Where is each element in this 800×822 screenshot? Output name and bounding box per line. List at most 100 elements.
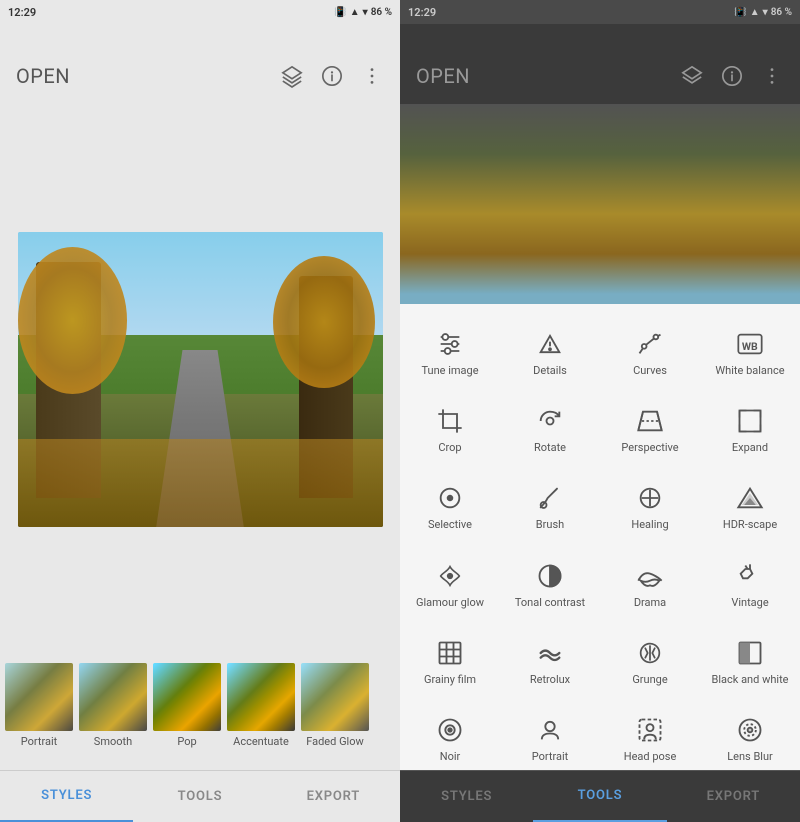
tool-tonal[interactable]: Tonal contrast	[500, 548, 600, 617]
tool-details[interactable]: Details	[500, 316, 600, 385]
tool-label-portrait2: Portrait	[532, 750, 569, 763]
info-icon-right[interactable]	[720, 64, 744, 88]
time-left: 12:29	[8, 6, 36, 19]
signal-icon: ▲	[350, 7, 360, 18]
right-preview-img	[400, 104, 800, 304]
style-thumb-smooth	[79, 663, 147, 731]
tool-label-lensblur: Lens Blur	[727, 750, 773, 763]
tool-grunge[interactable]: Grunge	[600, 625, 700, 694]
tool-vintage[interactable]: Vintage	[700, 548, 800, 617]
tool-label-tune: Tune image	[421, 364, 478, 377]
tool-label-grainy: Grainy film	[424, 673, 476, 686]
tools-row-5: Grainy film Retrolux Gru	[400, 621, 800, 698]
hdr-icon	[734, 482, 766, 514]
more-icon-right[interactable]	[760, 64, 784, 88]
tool-glamour[interactable]: Glamour glow	[400, 548, 500, 617]
vibrate-icon: 📳	[334, 7, 346, 18]
tonal-icon	[534, 560, 566, 592]
tool-label-headpose: Head pose	[624, 750, 677, 763]
leaves	[18, 439, 383, 528]
top-bar-left: OPEN	[0, 48, 400, 104]
tool-label-perspective: Perspective	[621, 441, 678, 454]
right-panel: 12:29 📳 ▲ ▾ 86 % OPEN	[400, 0, 800, 822]
top-bar-right: OPEN	[400, 48, 800, 104]
tool-label-vintage: Vintage	[731, 596, 768, 609]
tool-wb[interactable]: WB White balance	[700, 316, 800, 385]
style-accentuate[interactable]: Accentuate	[226, 663, 296, 748]
selective-icon	[434, 482, 466, 514]
foliage-left	[18, 247, 128, 395]
tab-styles-left[interactable]: STYLES	[0, 771, 133, 822]
top-bar-icons-right	[680, 64, 784, 88]
tool-label-noir: Noir	[440, 750, 461, 763]
layers-icon-right[interactable]	[680, 64, 704, 88]
rotate-icon	[534, 405, 566, 437]
tool-drama[interactable]: Drama	[600, 548, 700, 617]
tool-crop[interactable]: Crop	[400, 393, 500, 462]
tab-export-right[interactable]: EXPORT	[667, 771, 800, 822]
tool-label-details: Details	[533, 364, 567, 377]
tools-row-6: Noir Portrait	[400, 698, 800, 770]
noir-icon	[434, 714, 466, 746]
style-label-pop: Pop	[177, 735, 196, 748]
tool-retrolux[interactable]: Retrolux	[500, 625, 600, 694]
portrait2-icon	[534, 714, 566, 746]
left-panel: 12:29 📳 ▲ ▾ 86 % OPEN	[0, 0, 400, 822]
tool-rotate[interactable]: Rotate	[500, 393, 600, 462]
wifi-icon-right: ▾	[763, 7, 768, 18]
tool-label-expand: Expand	[732, 441, 768, 454]
status-bar-right: 12:29 📳 ▲ ▾ 86 %	[400, 0, 800, 24]
svg-text:WB: WB	[742, 340, 758, 353]
tab-export-left[interactable]: EXPORT	[267, 771, 400, 822]
crop-icon	[434, 405, 466, 437]
tools-row-4: Glamour glow Tonal contrast	[400, 544, 800, 621]
tool-label-grunge: Grunge	[632, 673, 667, 686]
headpose-icon	[634, 714, 666, 746]
bottom-nav-right: STYLES TOOLS EXPORT	[400, 770, 800, 822]
tool-label-drama: Drama	[634, 596, 666, 609]
info-icon-left[interactable]	[320, 64, 344, 88]
tool-brush[interactable]: Brush	[500, 470, 600, 539]
tool-headpose[interactable]: Head pose	[600, 702, 700, 770]
main-image	[18, 232, 383, 527]
style-portrait[interactable]: Portrait	[4, 663, 74, 748]
tool-bw[interactable]: Black and white	[700, 625, 800, 694]
retrolux-icon	[534, 637, 566, 669]
tool-label-glamour: Glamour glow	[416, 596, 484, 609]
more-icon-left[interactable]	[360, 64, 384, 88]
perspective-icon	[634, 405, 666, 437]
curves-icon	[634, 328, 666, 360]
open-label-left[interactable]: OPEN	[16, 64, 70, 88]
tool-selective[interactable]: Selective	[400, 470, 500, 539]
foliage-right	[273, 256, 375, 389]
style-smooth[interactable]: Smooth	[78, 663, 148, 748]
drama-icon	[634, 560, 666, 592]
tab-styles-right[interactable]: STYLES	[400, 771, 533, 822]
tool-lensblur[interactable]: Lens Blur	[700, 702, 800, 770]
grainy-icon	[434, 637, 466, 669]
tool-curves[interactable]: Curves	[600, 316, 700, 385]
tool-hdr[interactable]: HDR-scape	[700, 470, 800, 539]
style-pop[interactable]: Pop	[152, 663, 222, 748]
layers-icon[interactable]	[280, 64, 304, 88]
tool-grainy[interactable]: Grainy film	[400, 625, 500, 694]
vintage-icon	[734, 560, 766, 592]
style-faded-glow[interactable]: Faded Glow	[300, 663, 370, 748]
tool-perspective[interactable]: Perspective	[600, 393, 700, 462]
tool-noir[interactable]: Noir	[400, 702, 500, 770]
tool-label-wb: White balance	[715, 364, 784, 377]
style-thumb-accentuate	[227, 663, 295, 731]
tool-portrait2[interactable]: Portrait	[500, 702, 600, 770]
grunge-icon	[634, 637, 666, 669]
scene	[18, 232, 383, 527]
tool-tune-image[interactable]: Tune image	[400, 316, 500, 385]
tab-tools-left[interactable]: TOOLS	[133, 771, 266, 822]
open-label-right[interactable]: OPEN	[416, 64, 470, 88]
vibrate-icon-right: 📳	[734, 7, 746, 18]
tool-expand[interactable]: Expand	[700, 393, 800, 462]
tab-tools-right[interactable]: TOOLS	[533, 771, 666, 822]
tool-healing[interactable]: Healing	[600, 470, 700, 539]
tool-label-curves: Curves	[633, 364, 667, 377]
status-bar-left: 12:29 📳 ▲ ▾ 86 %	[0, 0, 400, 24]
tools-row-1: Tune image Details	[400, 312, 800, 389]
